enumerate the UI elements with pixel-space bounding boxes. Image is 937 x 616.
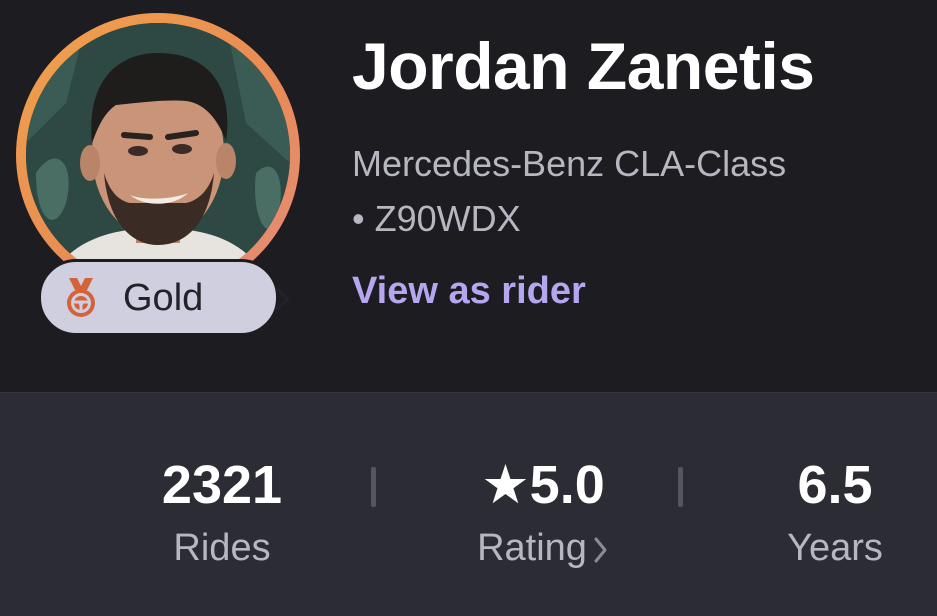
- license-plate: • Z90WDX: [352, 198, 521, 239]
- rating-label-row: Rating: [448, 525, 638, 571]
- avatar-photo: [26, 23, 290, 287]
- chevron-right-icon: [594, 537, 607, 563]
- badge-label: Gold: [123, 277, 204, 319]
- avatar[interactable]: [26, 23, 290, 287]
- rides-value: 2321: [161, 455, 283, 515]
- rating-value: ★5.0: [481, 455, 605, 515]
- stat-divider: [678, 467, 683, 507]
- vehicle-info: Mercedes-Benz CLA-Class • Z90WDX: [352, 136, 912, 246]
- rides-label: Rides: [173, 527, 271, 569]
- medal-steering-wheel-icon: [67, 278, 95, 317]
- chevron-right-icon: [275, 287, 290, 311]
- avatar-ring: [16, 13, 300, 297]
- stat-years: 6.5 Years: [768, 455, 902, 571]
- driver-name: Jordan Zanetis: [352, 29, 815, 103]
- stat-divider: [371, 467, 376, 507]
- tier-badge[interactable]: Gold: [38, 259, 290, 336]
- view-as-rider-link[interactable]: View as rider: [352, 268, 586, 314]
- years-label: Years: [787, 527, 883, 569]
- stat-rides: 2321 Rides: [152, 455, 292, 571]
- rating-label: Rating: [477, 527, 587, 569]
- vehicle-model: Mercedes-Benz CLA-Class: [352, 143, 787, 184]
- stat-rating[interactable]: ★5.0 Rating: [448, 455, 638, 571]
- years-value: 6.5: [797, 455, 873, 515]
